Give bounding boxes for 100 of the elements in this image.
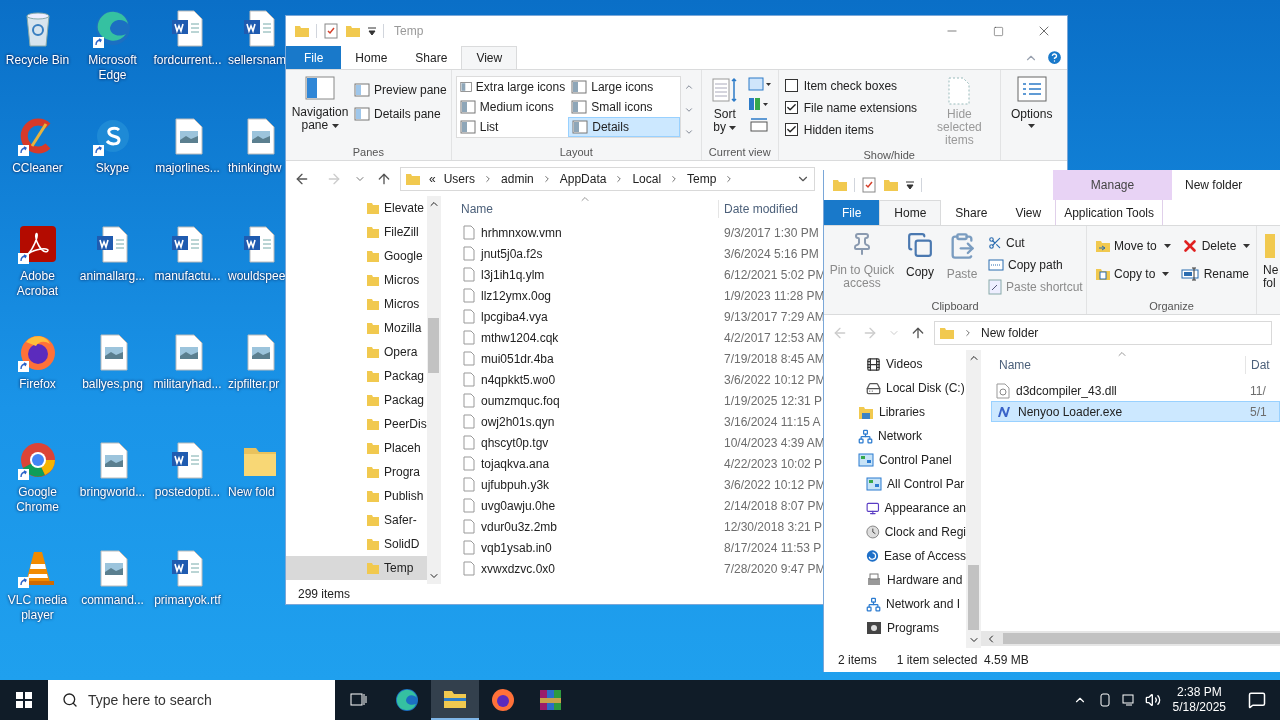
navigation-pane-button[interactable]: Navigation pane — [290, 76, 350, 144]
file-name[interactable]: vqb1ysab.in0 — [481, 538, 552, 557]
file-name[interactable]: jnut5j0a.f2s — [481, 244, 543, 263]
layout-option[interactable]: List — [456, 117, 569, 137]
nav-item[interactable]: Placeh — [286, 436, 427, 460]
address-bar[interactable]: New folder — [934, 320, 1272, 345]
file-name[interactable]: tojaqkva.ana — [481, 454, 550, 473]
file-row[interactable]: Nenyoo Loader.exe 5/1 — [991, 401, 1280, 422]
nav-item[interactable]: Clock and Regi — [824, 520, 966, 544]
nav-item[interactable]: Videos — [824, 352, 966, 376]
breadcrumb[interactable]: New folder — [981, 323, 1039, 342]
file-name[interactable]: owj2h01s.qyn — [481, 412, 555, 431]
clipboard-button[interactable]: Cut — [988, 232, 1083, 253]
file-row[interactable]: d3dcompiler_43.dll 11/ — [991, 380, 1280, 401]
desktop-icon-label[interactable]: animallarg... — [76, 269, 149, 284]
options-button[interactable]: Options — [1006, 76, 1057, 128]
organize-button[interactable]: Move to — [1095, 236, 1171, 256]
nav-item[interactable]: Packag — [286, 388, 427, 412]
breadcrumb-overflow[interactable]: « — [429, 169, 436, 188]
sort-by-button[interactable]: Sort by — [707, 76, 742, 144]
file-name[interactable]: oumzmquc.foq — [481, 391, 560, 410]
breadcrumb[interactable]: Users — [443, 169, 476, 188]
ribbon-tab[interactable]: View — [461, 46, 518, 69]
column-header[interactable]: Date modified — [718, 200, 799, 218]
ribbon-tab[interactable]: View — [1001, 200, 1056, 225]
desktop-icon-label[interactable]: manufactu... — [151, 269, 224, 284]
nav-item[interactable]: PeerDis — [286, 412, 427, 436]
desktop-icon-label[interactable]: thinkingtw — [228, 161, 282, 176]
nav-item[interactable]: Libraries — [824, 400, 966, 424]
file-tab[interactable]: File — [286, 46, 342, 69]
file-name[interactable]: xvwxdzvc.0x0 — [481, 559, 556, 578]
nav-item[interactable]: Publish — [286, 484, 427, 508]
column-header[interactable]: Name — [991, 356, 1245, 374]
desktop-icon-label[interactable]: fordcurrent... — [151, 53, 224, 68]
clipboard-button[interactable]: Copy path — [988, 254, 1083, 275]
breadcrumb[interactable]: admin — [501, 169, 534, 188]
column-header[interactable]: Name — [457, 200, 718, 218]
layout-option[interactable]: Medium icons — [456, 97, 569, 117]
file-name[interactable]: mui051dr.4ba — [481, 349, 554, 368]
layout-option[interactable]: Extra large icons — [456, 77, 569, 97]
file-tab[interactable]: File — [824, 200, 880, 225]
breadcrumb[interactable]: Temp — [687, 169, 717, 188]
file-name[interactable]: qhscyt0p.tgv — [481, 433, 549, 452]
desktop-icon-label[interactable]: majorlines... — [151, 161, 224, 176]
nav-item[interactable]: Progra — [286, 460, 427, 484]
ribbon-tab[interactable]: Share — [941, 200, 1002, 225]
file-name[interactable]: n4qpkkt5.wo0 — [481, 370, 556, 389]
desktop-icon-label[interactable]: wouldspee — [228, 269, 285, 284]
organize-button[interactable]: Rename — [1180, 264, 1251, 284]
nav-item[interactable]: Micros — [286, 292, 427, 316]
ribbon-tab[interactable]: Share — [401, 46, 462, 69]
pane-button[interactable]: Preview pane — [354, 80, 447, 100]
nav-item[interactable]: Network — [824, 424, 966, 448]
nav-item[interactable]: Ease of Access — [824, 544, 966, 568]
new-folder-button[interactable]: Ne fol — [1257, 226, 1279, 314]
layout-option[interactable]: Small icons — [568, 97, 680, 117]
ribbon-tab[interactable]: Home — [879, 200, 942, 225]
layout-option[interactable]: Large icons — [568, 77, 680, 97]
file-name[interactable]: ujfubpuh.y3k — [481, 475, 550, 494]
file-name[interactable]: llz12ymx.0og — [481, 286, 552, 305]
nav-item[interactable]: Programs — [824, 616, 966, 640]
nav-item[interactable]: Hardware and — [824, 568, 966, 592]
clipboard-button[interactable]: Copy — [900, 232, 940, 298]
breadcrumb[interactable]: AppData — [559, 169, 607, 188]
nav-item[interactable]: Mozilla — [286, 316, 427, 340]
file-name[interactable]: d3dcompiler_43.dll — [1016, 381, 1117, 400]
column-header[interactable]: Dat — [1245, 356, 1270, 374]
desktop-icon-label[interactable]: CCleaner — [1, 161, 74, 176]
desktop-icon-label[interactable]: Skype — [76, 161, 149, 176]
address-bar[interactable]: « Users admin AppData Local Temp — [400, 166, 815, 191]
nav-item[interactable]: SolidD — [286, 532, 427, 556]
search-field[interactable]: Type here to search — [48, 680, 335, 720]
file-name[interactable]: l3j1ih1q.ylm — [481, 265, 545, 284]
nav-item[interactable]: Safer- — [286, 508, 427, 532]
nav-item[interactable]: FileZill — [286, 220, 427, 244]
nav-item[interactable]: Local Disk (C:) — [824, 376, 966, 400]
ribbon-tab[interactable]: Home — [341, 46, 402, 69]
file-name[interactable]: uvg0awju.0he — [481, 496, 556, 515]
nav-item[interactable]: Micros — [286, 268, 427, 292]
nav-item[interactable]: Packag — [286, 364, 427, 388]
layout-option[interactable]: Details — [568, 117, 680, 137]
desktop-icon-label[interactable]: sellersnam — [228, 53, 285, 68]
nav-item[interactable]: Network and I — [824, 592, 966, 616]
organize-button[interactable]: Delete — [1180, 236, 1251, 256]
nav-item[interactable]: Opera — [286, 340, 427, 364]
nav-item[interactable]: All Control Par — [824, 472, 966, 496]
desktop-icon-label[interactable]: Recycle Bin — [1, 53, 74, 68]
nav-item[interactable]: Elevate — [286, 196, 427, 220]
application-tools-tab[interactable]: Application Tools — [1055, 200, 1164, 225]
nav-item[interactable]: Temp — [286, 556, 427, 580]
file-name[interactable]: Nenyoo Loader.exe — [1018, 402, 1123, 421]
pane-button[interactable]: Details pane — [354, 104, 447, 124]
desktop-icon-label[interactable]: Adobe Acrobat — [1, 269, 74, 299]
file-name[interactable]: hrhmnxow.vmn — [481, 223, 562, 242]
clock[interactable]: 2:38 PM 5/18/2025 — [1164, 685, 1234, 715]
file-name[interactable]: vdur0u3z.2mb — [481, 517, 558, 536]
desktop-icon-label[interactable]: Microsoft Edge — [76, 53, 149, 83]
nav-item[interactable]: Control Panel — [824, 448, 966, 472]
organize-button[interactable]: Copy to — [1095, 264, 1171, 284]
file-name[interactable]: mthw1204.cqk — [481, 328, 559, 347]
